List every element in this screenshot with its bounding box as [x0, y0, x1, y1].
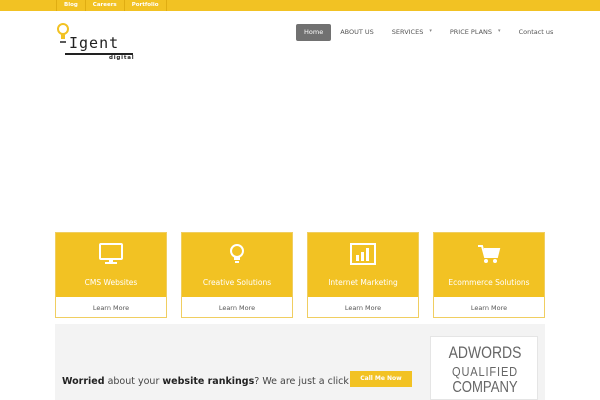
nav-contact-label: Contact us [518, 28, 554, 36]
service-card-creative[interactable]: Creative Solutions Learn More [181, 232, 293, 318]
badge-line-3: COMPANY [452, 379, 518, 396]
call-me-now-button[interactable]: Call Me Now [350, 371, 412, 387]
chevron-down-icon: ▾ [498, 28, 501, 34]
logo-wordmark: Igent [69, 34, 120, 52]
learn-more-link[interactable]: Learn More [56, 304, 166, 312]
top-bar: Blog Careers Portfolio [0, 0, 600, 11]
site-logo[interactable]: Igent digital [55, 22, 135, 61]
monitor-icon [99, 243, 123, 264]
nav-about[interactable]: ABOUT US [331, 24, 383, 41]
top-links: Blog Careers Portfolio [56, 0, 167, 11]
card-header: Creative Solutions [182, 233, 292, 297]
call-to-action-section: Worried about your website rankings? We … [55, 324, 545, 400]
lightbulb-logo-icon [57, 23, 69, 43]
nav-about-label: ABOUT US [340, 28, 374, 36]
service-card-cms[interactable]: CMS Websites Learn More [55, 232, 167, 318]
service-card-marketing[interactable]: Internet Marketing Learn More [307, 232, 419, 318]
cta-text-bold-1: Worried [62, 376, 105, 387]
main-nav: Home ABOUT US SERVICES ▾ PRICE PLANS ▾ Con… [296, 24, 562, 41]
top-link-blog[interactable]: Blog [56, 0, 86, 11]
badge-line-1: ADWORDS [448, 343, 522, 362]
lightbulb-icon [230, 244, 244, 263]
nav-services[interactable]: SERVICES ▾ [383, 24, 441, 41]
bar-chart-icon [350, 243, 376, 265]
top-link-portfolio[interactable]: Portfolio [125, 0, 167, 11]
card-title: CMS Websites [84, 278, 138, 287]
shopping-cart-icon [478, 245, 501, 263]
nav-home[interactable]: Home [296, 24, 332, 41]
badge-line-2: QUALIFIED [452, 364, 518, 379]
cta-text-bold-2: website rankings [162, 376, 255, 387]
nav-price-plans[interactable]: PRICE PLANS ▾ [441, 24, 510, 41]
nav-home-label: Home [304, 28, 324, 36]
card-header: Internet Marketing [308, 233, 418, 297]
card-header: Ecommerce Solutions [434, 233, 544, 297]
card-title: Ecommerce Solutions [448, 278, 530, 287]
cta-text: Worried about your website rankings? We … [62, 376, 377, 387]
cta-text-2: about your [104, 376, 163, 387]
service-card-ecommerce[interactable]: Ecommerce Solutions Learn More [433, 232, 545, 318]
nav-price-plans-label: PRICE PLANS [449, 28, 493, 36]
adwords-qualified-badge: ADWORDS QUALIFIED COMPANY [430, 336, 538, 400]
service-cards: CMS Websites Learn More Creative Solutio… [55, 232, 545, 318]
learn-more-link[interactable]: Learn More [182, 304, 292, 312]
card-title: Internet Marketing [328, 278, 398, 287]
logo-subtitle: digital [109, 55, 135, 61]
card-title: Creative Solutions [202, 278, 272, 287]
card-header: CMS Websites [56, 233, 166, 297]
learn-more-link[interactable]: Learn More [434, 304, 544, 312]
chevron-down-icon: ▾ [429, 28, 432, 34]
top-link-careers[interactable]: Careers [86, 0, 125, 11]
nav-contact[interactable]: Contact us [510, 24, 563, 41]
nav-services-label: SERVICES [391, 28, 424, 36]
learn-more-link[interactable]: Learn More [308, 304, 418, 312]
